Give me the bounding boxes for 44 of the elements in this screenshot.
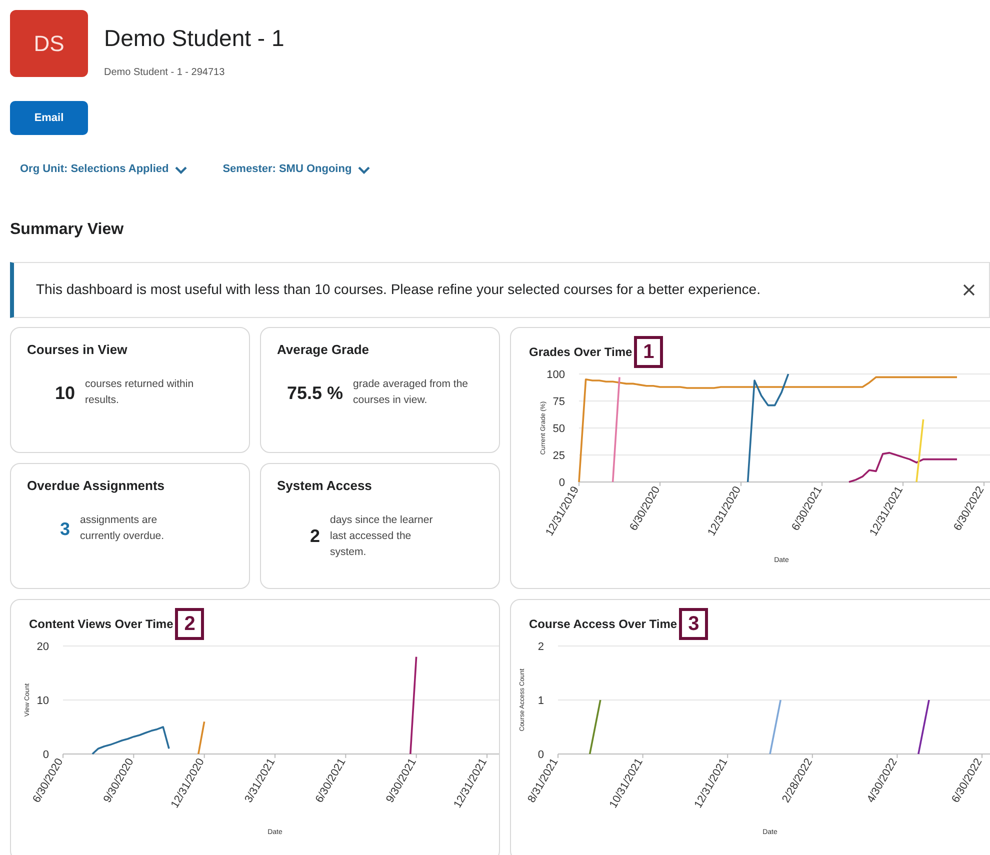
chevron-down-icon: [174, 166, 187, 174]
email-button[interactable]: Email: [10, 101, 88, 136]
filter-dropdown[interactable]: Semester: SMU Ongoing: [212, 161, 380, 178]
card-title: Overdue Assignments: [27, 476, 166, 495]
stat-description: grade averaged from the courses in view.: [353, 377, 470, 408]
tick-label: 0: [558, 476, 565, 489]
chart-title: Content Views Over Time: [29, 616, 174, 633]
tick-label: 25: [552, 450, 565, 462]
card-title: Courses in View: [27, 340, 128, 359]
chart-line: [769, 700, 782, 754]
tick-label: 10: [36, 694, 49, 707]
tick-label: 0: [538, 748, 544, 761]
chart-title: Course Access Over Time: [529, 616, 678, 633]
chart-line: [588, 700, 602, 754]
close-icon[interactable]: [963, 284, 975, 296]
tick-label: 75: [552, 396, 565, 408]
chart-line: [918, 700, 930, 754]
student-id: Demo Student - 1 - 294713: [104, 66, 226, 80]
card-title: System Access: [277, 476, 373, 495]
tick-label: 20: [36, 640, 49, 653]
stat-description: assignments are currently overdue.: [80, 513, 166, 544]
card-title: Average Grade: [277, 340, 370, 359]
tick-label: 50: [552, 422, 565, 435]
chart-title: Grades Over Time: [529, 344, 632, 361]
tick-label: 1: [538, 694, 544, 707]
tick-label: 100: [546, 368, 565, 381]
chevron-down-icon: [358, 166, 370, 174]
callout-number: 1: [634, 336, 664, 368]
tick-label: 0: [42, 748, 49, 761]
tick-label: 2: [538, 640, 544, 653]
stat-value: 10: [54, 382, 76, 405]
stat-description: courses returned within results.: [85, 377, 195, 408]
filter-dropdown[interactable]: Org Unit: Selections Applied: [10, 161, 197, 178]
stat-link[interactable]: 3: [60, 516, 70, 543]
stat-description: days since the learner last accessed the system.: [330, 513, 434, 560]
callout-number: 2: [175, 608, 204, 640]
chart-line: [198, 721, 206, 754]
stat-value: 75.5 %: [286, 382, 344, 405]
callout-number: 3: [679, 608, 708, 640]
avatar: DS: [10, 10, 88, 77]
alert-message: This dashboard is most useful with less than 10 courses. Please refine your selected courses for a better experience.: [36, 280, 760, 300]
stat-value: 2: [310, 525, 320, 548]
student-name: Demo Student - 1: [104, 26, 284, 52]
section-title: Summary View: [10, 220, 125, 240]
